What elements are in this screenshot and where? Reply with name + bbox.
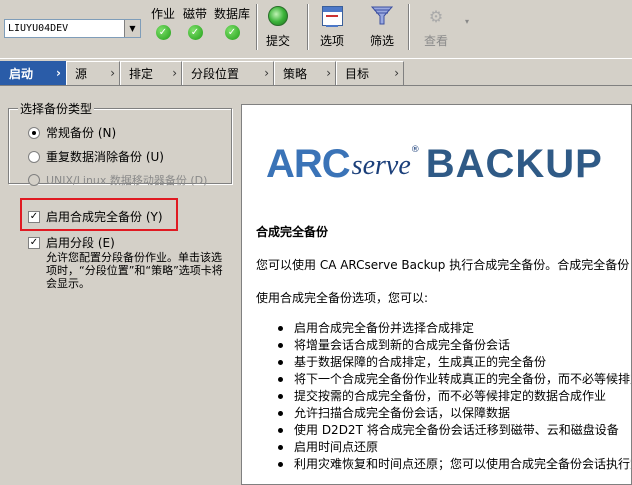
chevron-down-icon[interactable]: ▼ xyxy=(124,20,140,37)
info-bullet-list: 启用合成完全备份并选择合成排定 将增量会话合成到新的合成完全备份会话 基于数据保… xyxy=(278,320,631,473)
view-icon: ⚙ xyxy=(428,6,444,26)
radio-unix-mover-backup-label: UNIX/Linux 数据移动器备份 (D) xyxy=(46,174,208,187)
backup-type-group-title: 选择备份类型 xyxy=(18,100,95,117)
info-lead: 使用合成完全备份选项，您可以: xyxy=(256,291,429,305)
tab-bar: 启动 › 源 › 排定 › 分段位置 › 策略 › 目标 › xyxy=(0,58,632,86)
toolbar-separator xyxy=(256,4,258,50)
radio-button[interactable] xyxy=(28,150,40,163)
tab-staging-location-label: 分段位置 xyxy=(191,67,240,81)
radio-normal-backup-label: 常规备份 (N) xyxy=(46,126,117,140)
chevron-right-icon: › xyxy=(56,66,61,80)
toolbar: LIUYU04DEV ▼ 作业 ✓ 磁带 ✓ 数据库 ✓ 提交 选项 筛选 ⚙ … xyxy=(0,0,632,56)
server-dropdown[interactable]: LIUYU04DEV ▼ xyxy=(4,19,141,38)
checkbox[interactable]: ✓ xyxy=(28,210,40,223)
list-item: 允许扫描合成完全备份会话，以保障数据 xyxy=(278,405,631,422)
radio-button[interactable] xyxy=(28,126,40,139)
logo-arc-text: ARC xyxy=(266,142,351,186)
options-icon xyxy=(321,6,343,27)
filter-label: 筛选 xyxy=(370,34,395,48)
list-item: 启用合成完全备份并选择合成排定 xyxy=(278,320,631,337)
tab-schedule[interactable]: 排定 › xyxy=(120,61,182,85)
staging-help-text: 允许您配置分段备份作业。单击该选项时，“分段位置”和“策略”选项卡将会显示。 xyxy=(46,251,223,290)
info-content: 合成完全备份 您可以使用 CA ARCserve Backup 执行合成完全备份… xyxy=(256,223,631,473)
radio-normal-backup[interactable]: 常规备份 (N) xyxy=(28,124,116,141)
status-job-label: 作业 xyxy=(151,7,176,21)
tab-staging-location[interactable]: 分段位置 › xyxy=(182,61,274,85)
list-item: 将下一个合成完全备份作业转成真正的完全备份，而不必等候排定 xyxy=(278,371,631,388)
server-value: LIUYU04DEV xyxy=(8,23,69,34)
filter-button[interactable]: 筛选 xyxy=(370,6,394,49)
list-item: 提交按需的合成完全备份，而不必等候排定的数据合成作业 xyxy=(278,388,631,405)
tab-policy-label: 策略 xyxy=(283,67,308,81)
list-item: 启用时间点还原 xyxy=(278,439,631,456)
view-dropdown-arrow-icon[interactable]: ▾ xyxy=(465,17,469,26)
tab-source[interactable]: 源 › xyxy=(66,61,120,85)
check-ok-icon: ✓ xyxy=(187,25,203,40)
logo-registered-mark: ® xyxy=(410,145,420,155)
tab-start[interactable]: 启动 › xyxy=(0,61,66,85)
backup-options-panel: 选择备份类型 常规备份 (N) 重复数据消除备份 (U) UNIX/Linux … xyxy=(0,88,240,485)
checkbox-synthetic-full-label: 启用合成完全备份 (Y) xyxy=(46,210,163,224)
check-ok-icon: ✓ xyxy=(155,25,171,40)
chevron-right-icon: › xyxy=(394,66,399,80)
options-label: 选项 xyxy=(320,34,345,48)
arcserve-backup-logo: ARC serve ® BACKUP xyxy=(266,135,603,185)
status-tape: 磁带 ✓ xyxy=(183,7,207,40)
info-panel: ARC serve ® BACKUP 合成完全备份 您可以使用 CA ARCse… xyxy=(241,104,632,485)
checkbox-staging[interactable]: ✓ 启用分段 (E) xyxy=(28,234,115,251)
tab-destination[interactable]: 目标 › xyxy=(336,61,404,85)
list-item: 利用灾难恢复和时间点还原；您可以使用合成完全备份会话执行灾难恢复 xyxy=(278,456,631,473)
checkbox[interactable]: ✓ xyxy=(28,236,40,249)
checkbox-staging-label: 启用分段 (E) xyxy=(46,236,115,250)
logo-backup-text: BACKUP xyxy=(425,142,603,186)
toolbar-separator xyxy=(307,4,309,50)
chevron-right-icon: › xyxy=(264,66,269,80)
list-item: 基于数据保障的合成排定，生成真正的完全备份 xyxy=(278,354,631,371)
radio-dedup-backup-label: 重复数据消除备份 (U) xyxy=(46,150,164,164)
status-tape-label: 磁带 xyxy=(183,7,208,21)
chevron-right-icon: › xyxy=(326,66,331,80)
status-job: 作业 ✓ xyxy=(151,7,175,40)
submit-button[interactable]: 提交 xyxy=(266,6,290,49)
tab-start-label: 启动 xyxy=(9,67,34,81)
view-button[interactable]: ⚙ 查看 xyxy=(424,6,448,49)
submit-label: 提交 xyxy=(266,34,291,48)
radio-dedup-backup[interactable]: 重复数据消除备份 (U) xyxy=(28,148,164,165)
chevron-right-icon: › xyxy=(172,66,177,80)
info-intro: 您可以使用 CA ARCserve Backup 执行合成完全备份。合成完全备份 xyxy=(256,258,630,272)
chevron-right-icon: › xyxy=(110,66,115,80)
filter-icon xyxy=(371,6,393,25)
toolbar-separator xyxy=(408,4,410,50)
checkbox-synthetic-full[interactable]: ✓ 启用合成完全备份 (Y) xyxy=(28,208,163,225)
list-item: 将增量会话合成到新的合成完全备份会话 xyxy=(278,337,631,354)
tab-schedule-label: 排定 xyxy=(129,67,154,81)
options-button[interactable]: 选项 xyxy=(320,6,344,49)
tab-policy[interactable]: 策略 › xyxy=(274,61,336,85)
radio-button xyxy=(28,174,40,186)
tab-destination-label: 目标 xyxy=(345,67,370,81)
view-label: 查看 xyxy=(424,34,449,48)
submit-icon xyxy=(268,6,288,26)
logo-serve-text: serve xyxy=(351,150,411,181)
tab-source-label: 源 xyxy=(75,67,88,81)
list-item: 使用 D2D2T 将合成完全备份会话迁移到磁带、云和磁盘设备 xyxy=(278,422,631,439)
status-database: 数据库 ✓ xyxy=(214,7,250,40)
info-heading: 合成完全备份 xyxy=(256,225,329,239)
check-ok-icon: ✓ xyxy=(224,25,240,40)
status-database-label: 数据库 xyxy=(214,7,251,21)
radio-unix-mover-backup: UNIX/Linux 数据移动器备份 (D) xyxy=(28,172,207,188)
